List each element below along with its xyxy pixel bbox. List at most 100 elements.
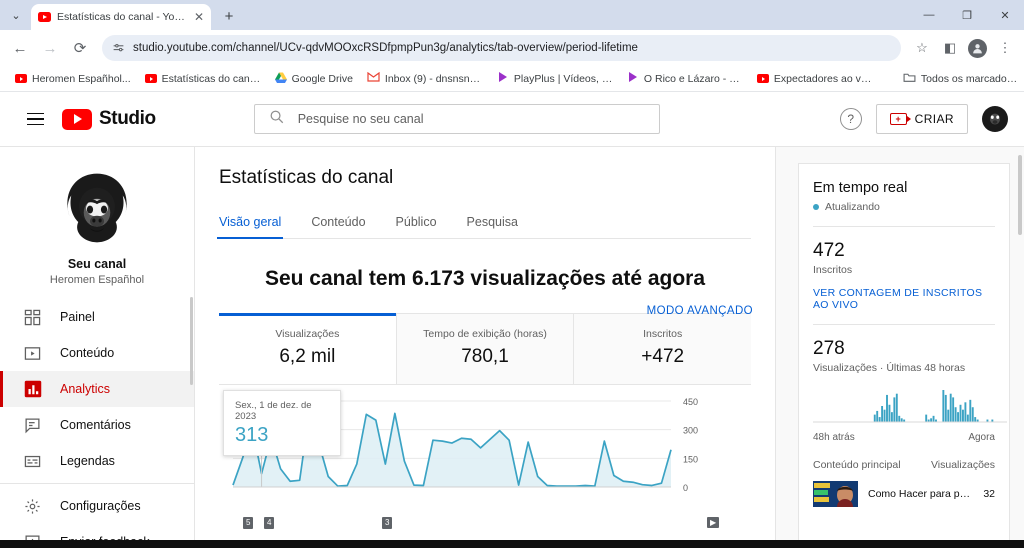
headline: Seu canal tem 6.173 visualizações até ag… xyxy=(264,267,706,290)
hamburger-icon[interactable] xyxy=(16,100,54,138)
axis-label-right: Agora xyxy=(968,432,995,443)
bookmark-item[interactable]: O Rico e Lázaro - Pl... xyxy=(620,69,750,88)
address-bar-url: studio.youtube.com/channel/UCv-qdvMOOxcR… xyxy=(133,42,638,54)
playplus-icon xyxy=(497,71,509,86)
all-bookmarks-button[interactable]: Todos os marcadores xyxy=(896,70,1024,88)
sidebar-item-painel[interactable]: Painel xyxy=(0,299,194,335)
side-panel-icon[interactable]: ◧ xyxy=(937,35,963,61)
metric-card-tempo-exibicao[interactable]: Tempo de exibição (horas) 780,1 xyxy=(395,314,574,384)
bookmark-label: O Rico e Lázaro - Pl... xyxy=(643,72,743,85)
close-window-icon[interactable]: ✕ xyxy=(986,0,1024,30)
youtube-icon xyxy=(38,12,51,22)
column-header-views: Visualizações xyxy=(930,459,995,471)
sidebar-scrollbar[interactable] xyxy=(189,297,193,385)
column-header-content: Conteúdo principal xyxy=(813,459,901,471)
sidebar-item-comentarios[interactable]: Comentários xyxy=(0,407,194,443)
studio-header: Studio Pesquise no seu canal ? + CRIAR xyxy=(0,92,1024,147)
studio-logo-text: Studio xyxy=(99,108,156,129)
address-bar[interactable]: studio.youtube.com/channel/UCv-qdvMOOxcR… xyxy=(102,35,901,61)
close-icon[interactable]: ✕ xyxy=(194,11,204,23)
question-mark-icon[interactable]: ? xyxy=(839,108,862,130)
tune-icon[interactable] xyxy=(112,42,125,55)
sidebar-item-label: Legendas xyxy=(60,454,115,468)
realtime-bar-chart xyxy=(813,388,1007,428)
realtime-scrollbar[interactable] xyxy=(1018,155,1022,235)
bookmark-label: Expectadores ao viv... xyxy=(773,72,873,85)
tab-visao-geral[interactable]: Visão geral xyxy=(216,215,284,239)
bookmark-star-icon[interactable]: ☆ xyxy=(909,35,935,61)
os-taskbar xyxy=(0,540,1024,548)
sidebar-item-configuracoes[interactable]: Configurações xyxy=(0,488,194,524)
new-tab-button[interactable]: + xyxy=(217,4,241,28)
status-dot-icon xyxy=(813,204,819,210)
metric-card-inscritos[interactable]: Inscritos +472 xyxy=(573,314,752,384)
browser-tab[interactable]: Estatísticas do canal - YouTube ✕ xyxy=(31,4,211,30)
sidebar-item-legendas[interactable]: Legendas xyxy=(0,443,194,479)
metric-value: 780,1 xyxy=(461,346,509,367)
realtime-subscribers-label: Inscritos xyxy=(813,264,853,276)
table-row[interactable]: Como Hacer para publi... 32 xyxy=(813,481,995,507)
metric-value: +472 xyxy=(641,346,685,367)
window-controls: — ❐ ✕ xyxy=(910,0,1024,30)
forward-icon[interactable]: → xyxy=(36,34,64,62)
avatar[interactable] xyxy=(968,38,987,58)
bookmark-label: PlayPlus | Vídeos, rá... xyxy=(513,72,613,85)
video-box-icon xyxy=(22,343,43,364)
sidebar-item-analytics[interactable]: Analytics xyxy=(0,371,194,407)
chart-x-axis: 5 4 3 ▶ xyxy=(219,517,751,531)
analytics-tabs: Visão geral Conteúdo Público Pesquisa xyxy=(216,215,751,239)
channel-avatar-wrap xyxy=(0,147,194,247)
realtime-subscribers-count: 472 xyxy=(813,240,845,261)
play-icon[interactable]: ▶ xyxy=(707,517,720,528)
realtime-status: Atualizando xyxy=(813,201,995,213)
realtime-table-header: Conteúdo principal Visualizações xyxy=(813,459,995,471)
folder-icon xyxy=(903,72,916,86)
x-axis-chip: 4 xyxy=(264,517,275,529)
metric-card-visualizacoes[interactable]: Visualizações 6,2 mil xyxy=(219,313,396,384)
studio-logo[interactable]: Studio xyxy=(62,108,156,130)
views-chart[interactable]: 0 150 300 450 Sex., 1 de dez. de 2023 313 5… xyxy=(219,390,751,531)
live-subscriber-count-link[interactable]: VER CONTAGEM DE INSCRITOS AO VIVO xyxy=(813,287,995,311)
bookmark-item[interactable]: Expectadores ao viv... xyxy=(750,71,880,87)
bookmark-item[interactable]: Heromen Españhol... xyxy=(8,71,138,87)
avatar[interactable] xyxy=(58,169,136,247)
video-thumbnail xyxy=(813,481,858,507)
axis-label-left: 48h atrás xyxy=(813,432,855,443)
sidebar-item-label: Conteúdo xyxy=(60,346,115,360)
tab-conteudo[interactable]: Conteúdo xyxy=(311,215,365,238)
sidebar-item-conteudo[interactable]: Conteúdo xyxy=(0,335,194,371)
tab-search-button[interactable]: ⌄ xyxy=(3,2,29,28)
bookmark-item[interactable]: Google Drive xyxy=(268,70,360,88)
svg-text:450: 450 xyxy=(683,397,698,407)
metric-label: Tempo de exibição (horas) xyxy=(423,328,547,340)
sidebar-item-label: Configurações xyxy=(60,499,141,513)
bookmark-label: Inbox (9) - dnsnsn8... xyxy=(384,72,483,85)
youtube-icon xyxy=(756,74,769,83)
reload-icon[interactable]: ⟳ xyxy=(66,34,94,62)
bookmark-item[interactable]: Inbox (9) - dnsnsn8... xyxy=(360,70,490,87)
bookmark-item[interactable]: Estatísticas do canal... xyxy=(138,71,268,87)
metric-value: 6,2 mil xyxy=(279,346,336,367)
maximize-icon[interactable]: ❐ xyxy=(948,0,986,30)
advanced-mode-link[interactable]: MODO AVANÇADO xyxy=(647,305,753,317)
svg-text:150: 150 xyxy=(683,454,698,464)
channel-name: Heromen Españhol xyxy=(49,274,145,286)
tooltip-date: Sex., 1 de dez. de 2023 xyxy=(235,400,312,422)
browser-menu-icon[interactable]: ⋮ xyxy=(992,35,1018,61)
back-icon[interactable]: ← xyxy=(6,34,34,62)
bar-chart-icon xyxy=(22,379,43,400)
dashboard-icon xyxy=(22,307,43,328)
search-input[interactable]: Pesquise no seu canal xyxy=(253,104,660,134)
status-badge: Atualizando xyxy=(825,201,880,213)
minimize-icon[interactable]: — xyxy=(910,0,948,30)
avatar[interactable] xyxy=(982,106,1008,132)
studio-body: Seu canal Heromen Españhol Painel Conteú… xyxy=(0,147,1024,548)
x-axis-chip: 5 xyxy=(243,517,254,529)
divider xyxy=(0,483,194,484)
tab-pesquisa[interactable]: Pesquisa xyxy=(467,215,518,238)
bookmark-item[interactable]: PlayPlus | Vídeos, rá... xyxy=(490,69,620,88)
drive-icon xyxy=(274,72,287,86)
comment-icon xyxy=(22,415,43,436)
create-button[interactable]: + CRIAR xyxy=(875,104,968,134)
tab-publico[interactable]: Público xyxy=(396,215,437,238)
